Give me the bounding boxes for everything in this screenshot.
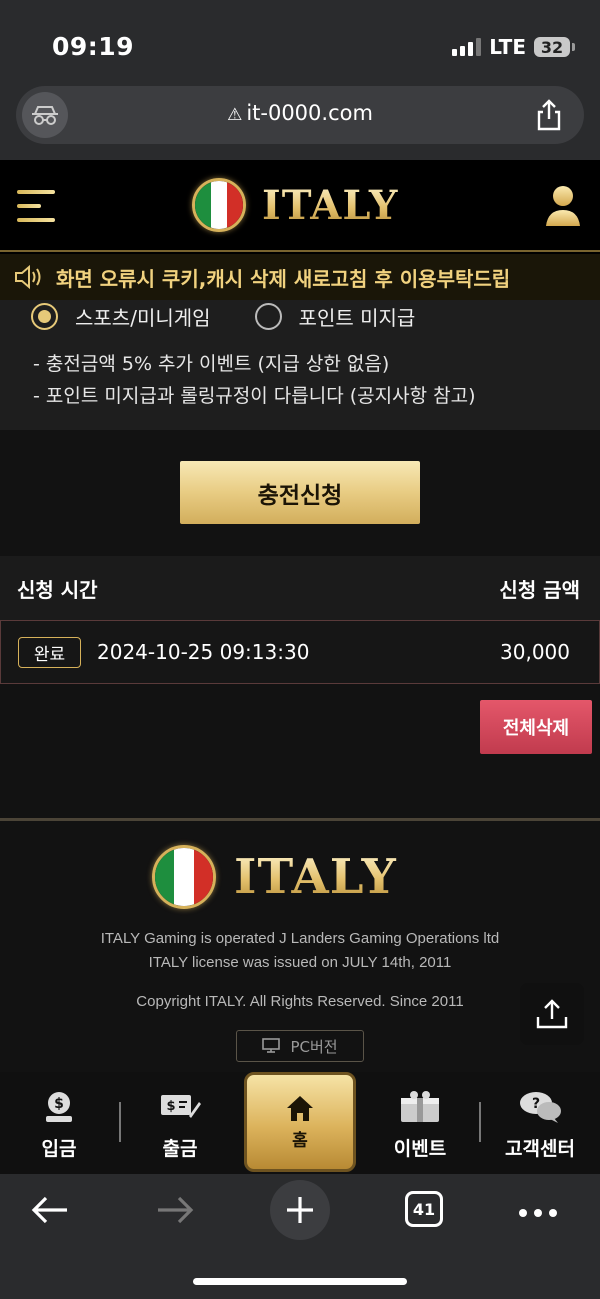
speaker-icon bbox=[15, 264, 41, 290]
share-icon[interactable] bbox=[532, 98, 566, 132]
nav-divider bbox=[119, 1102, 121, 1142]
user-icon[interactable] bbox=[544, 184, 582, 228]
col-amount: 신청 금액 bbox=[499, 577, 580, 602]
row-amount: 30,000 bbox=[500, 640, 570, 664]
site-header: ITALY bbox=[0, 160, 600, 252]
notice-bar: 화면 오류시 쿠키,캐시 삭제 새로고침 후 이용부탁드립 bbox=[0, 254, 600, 300]
delete-all-button[interactable]: 전체삭제 bbox=[480, 700, 592, 754]
nav-home[interactable]: 홈 bbox=[244, 1072, 356, 1172]
bill-pen-icon: $ bbox=[161, 1095, 201, 1118]
browser-toolbar: 41 bbox=[0, 1174, 600, 1299]
notice-text: 화면 오류시 쿠키,캐시 삭제 새로고침 후 이용부탁드립 bbox=[56, 266, 511, 291]
network-label: LTE bbox=[489, 35, 526, 59]
upload-icon bbox=[536, 999, 568, 1029]
footer-divider bbox=[0, 818, 600, 821]
nav-deposit[interactable]: $ 입금 bbox=[4, 1090, 114, 1161]
italy-flag-icon bbox=[152, 845, 216, 909]
note-line: - 충전금액 5% 추가 이벤트 (지급 상한 없음) bbox=[33, 353, 390, 375]
signal-icon bbox=[452, 38, 482, 56]
radio-button[interactable] bbox=[254, 303, 282, 330]
nav-support[interactable]: ? 고객센터 bbox=[485, 1090, 595, 1161]
new-tab-plus-icon[interactable] bbox=[270, 1180, 330, 1240]
row-time: 2024-10-25 09:13:30 bbox=[97, 640, 310, 664]
history-header: 신청 시간 신청 금액 bbox=[0, 556, 600, 620]
svg-text:$: $ bbox=[54, 1096, 64, 1112]
chat-question-icon: ? bbox=[520, 1092, 561, 1123]
italy-flag-icon bbox=[192, 178, 246, 232]
bonus-notes: - 충전금액 5% 추가 이벤트 (지급 상한 없음) - 포인트 미지급과 롤… bbox=[33, 348, 475, 412]
home-icon bbox=[287, 1095, 313, 1121]
money-bag-icon: $ bbox=[46, 1092, 72, 1122]
url-text[interactable]: ⚠ it-0000.com bbox=[16, 101, 584, 125]
radio-button[interactable] bbox=[31, 303, 58, 330]
more-dots-icon[interactable] bbox=[518, 1204, 558, 1223]
col-time: 신청 시간 bbox=[17, 577, 98, 602]
footer-license: ITALY license was issued on JULY 14th, 2… bbox=[148, 954, 452, 971]
status-indicators: LTE 32 bbox=[452, 35, 575, 59]
option-sports-mini[interactable]: 스포츠/미니게임 bbox=[31, 302, 211, 331]
charge-apply-button[interactable]: 충전신청 bbox=[180, 461, 420, 524]
warning-icon: ⚠ bbox=[227, 105, 243, 125]
scroll-top-button[interactable] bbox=[520, 983, 584, 1045]
pc-version-button[interactable]: PC버전 bbox=[236, 1030, 364, 1062]
footer-logo: ITALY bbox=[152, 845, 397, 909]
tabs-count-button[interactable]: 41 bbox=[405, 1191, 443, 1227]
menu-icon[interactable] bbox=[17, 188, 55, 224]
browser-chrome-top: 09:19 LTE 32 ⚠ it-0000.com bbox=[0, 0, 600, 160]
footer-copyright: Copyright ITALY. All Rights Reserved. Si… bbox=[136, 993, 464, 1010]
bonus-option-panel: 스포츠/미니게임 포인트 미지급 - 충전금액 5% 추가 이벤트 (지급 상한… bbox=[0, 300, 600, 430]
back-arrow-icon[interactable] bbox=[30, 1194, 70, 1230]
option-no-point[interactable]: 포인트 미지급 bbox=[254, 302, 415, 331]
status-time: 09:19 bbox=[52, 32, 135, 61]
battery-icon: 32 bbox=[534, 37, 575, 57]
status-badge: 완료 bbox=[18, 636, 81, 668]
footer-operator: ITALY Gaming is operated J Landers Gamin… bbox=[100, 930, 500, 947]
nav-withdraw[interactable]: $ 출금 bbox=[125, 1090, 235, 1161]
table-row[interactable]: 완료 2024-10-25 09:13:30 30,000 bbox=[0, 620, 600, 684]
radio-group: 스포츠/미니게임 포인트 미지급 bbox=[31, 302, 415, 331]
note-line: - 포인트 미지급과 롤링규정이 다릅니다 (공지사항 참고) bbox=[33, 385, 476, 407]
url-bar[interactable]: ⚠ it-0000.com bbox=[16, 86, 584, 144]
monitor-icon bbox=[262, 1038, 281, 1053]
svg-text:$: $ bbox=[166, 1099, 175, 1114]
nav-divider bbox=[479, 1102, 481, 1142]
forward-arrow-icon[interactable] bbox=[155, 1194, 195, 1230]
home-indicator bbox=[193, 1278, 407, 1285]
nav-event[interactable]: 이벤트 bbox=[365, 1090, 475, 1161]
site-logo[interactable]: ITALY bbox=[192, 178, 398, 232]
gift-icon bbox=[401, 1091, 439, 1122]
